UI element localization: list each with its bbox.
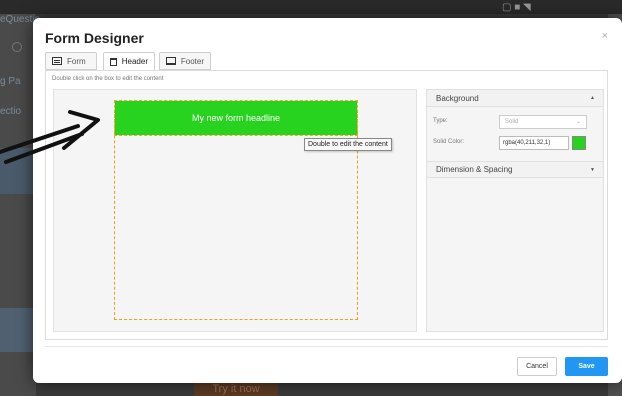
color-swatch[interactable] — [572, 136, 586, 150]
background-sidebar-block — [0, 308, 36, 352]
modal-title: Form Designer — [45, 30, 144, 46]
header-icon — [110, 57, 117, 66]
tab-footer[interactable]: Footer — [159, 52, 211, 70]
solid-color-input[interactable]: rgba(40,211,32,1) — [499, 136, 569, 150]
caret-down-icon: ▼ — [590, 167, 595, 173]
header-editor-panel: Double click on the box to edit the cont… — [45, 70, 608, 340]
accordion-title: Dimension & Spacing — [436, 165, 513, 174]
type-select-value: Solid — [505, 119, 519, 125]
header-box[interactable]: My new form headline — [114, 100, 358, 320]
form-icon — [52, 57, 62, 65]
type-label: Type: — [433, 118, 448, 124]
edit-tooltip: Double to edit the content — [304, 138, 392, 151]
cancel-button[interactable]: Cancel — [517, 357, 557, 376]
chevron-down-icon: ⌄ — [575, 119, 581, 125]
headline-block[interactable]: My new form headline — [114, 100, 358, 136]
save-button[interactable]: Save — [565, 357, 608, 376]
tab-form[interactable]: Form — [45, 52, 97, 70]
background-circle-icon — [12, 42, 22, 52]
background-topbar: ▢ ■ ◥ — [0, 0, 622, 14]
solid-color-label: Solid Color: — [433, 139, 465, 145]
tab-label: Footer — [180, 56, 204, 66]
tab-label: Header — [121, 57, 148, 66]
type-select[interactable]: Solid ⌄ — [499, 115, 587, 129]
edit-hint: Double click on the box to edit the cont… — [52, 76, 164, 82]
annotation-arrow-icon — [0, 110, 100, 164]
background-accordion-header[interactable]: Background ▲ — [427, 90, 603, 107]
close-icon[interactable]: × — [602, 30, 608, 42]
accordion-title: Background — [436, 93, 479, 103]
style-sidebar: Background ▲ Type: Solid ⌄ Solid Color: … — [426, 89, 604, 332]
footer-icon — [166, 57, 176, 65]
dimension-accordion-header[interactable]: Dimension & Spacing ▼ — [427, 161, 603, 178]
background-sidebar-text: g Pa — [0, 76, 21, 87]
tab-label: Form — [67, 56, 86, 66]
caret-up-icon: ▲ — [590, 95, 595, 101]
background-try-button: Try it now — [194, 382, 278, 396]
tab-header[interactable]: Header — [103, 52, 155, 71]
form-designer-modal: Form Designer × Form Header Footer Doubl… — [33, 18, 622, 383]
background-top-icons: ▢ ■ ◥ — [502, 2, 531, 13]
footer-divider — [45, 346, 608, 347]
